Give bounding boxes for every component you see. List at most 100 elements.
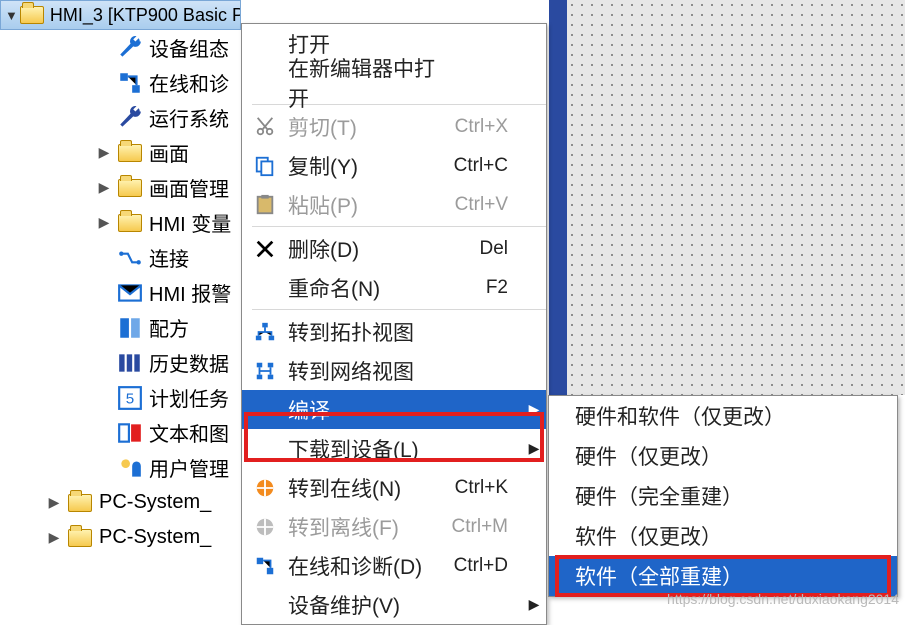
menu-shortcut: Del [438, 238, 522, 260]
menu-item-4[interactable]: 复制(Y)Ctrl+C [242, 146, 546, 185]
submenu-item-2[interactable]: 硬件（完全重建） [549, 476, 897, 516]
menu-item-10[interactable]: 转到拓扑视图 [242, 312, 546, 351]
menu-shortcut: Ctrl+C [438, 155, 522, 177]
submenu-item-label: 硬件和软件（仅更改） [575, 401, 785, 431]
menu-item-label: 转到离线(F) [288, 512, 438, 542]
watermark-text: https://blog.csdn.net/duxiaokang2014 [667, 591, 899, 607]
expand-icon[interactable]: ▶ [95, 144, 113, 161]
menu-item-label: 删除(D) [288, 234, 438, 264]
tree-item-6[interactable]: 连接 [0, 240, 241, 275]
text-icon [117, 420, 143, 446]
menu-shortcut: Ctrl+M [438, 516, 522, 538]
submenu-item-label: 硬件（完全重建） [575, 481, 743, 511]
copy-icon [242, 155, 288, 177]
sched-icon: 5 [117, 385, 143, 411]
tree-item-5[interactable]: ▶HMI 变量 [0, 205, 241, 240]
menu-shortcut: Ctrl+V [438, 194, 522, 216]
submenu-item-3[interactable]: 软件（仅更改） [549, 516, 897, 556]
tree-item-label: 历史数据 [149, 348, 241, 377]
diag-icon [117, 70, 143, 96]
submenu-arrow-icon: ▶ [522, 440, 546, 457]
tree-item-12[interactable]: 用户管理 [0, 450, 241, 485]
menu-item-label: 转到在线(N) [288, 473, 438, 503]
tree-item-1[interactable]: 在线和诊 [0, 65, 241, 100]
menu-item-label: 转到拓扑视图 [288, 317, 438, 347]
editor-canvas[interactable] [549, 0, 905, 395]
tree-subfolder-0[interactable]: ▶ PC-System_ [0, 485, 241, 520]
submenu-item-label: 硬件（仅更改） [575, 441, 722, 471]
submenu-item-label: 软件（仅更改） [575, 521, 722, 551]
submenu-item-0[interactable]: 硬件和软件（仅更改） [549, 396, 897, 436]
tree-item-label: PC-System_ [99, 491, 241, 514]
menu-item-label: 粘贴(P) [288, 190, 438, 220]
tree-item-4[interactable]: ▶ 画面管理 [0, 170, 241, 205]
tree-root-hmi[interactable]: ▼ HMI_3 [KTP900 Basic PN] [0, 0, 241, 30]
folder-icon [67, 490, 93, 516]
tree-subfolder-1[interactable]: ▶PC-System_ [0, 520, 241, 555]
online-icon [242, 477, 288, 499]
menu-item-label: 重命名(N) [288, 273, 438, 303]
tree-item-label: 配方 [149, 313, 241, 342]
tree-item-label: 用户管理 [149, 453, 241, 482]
menu-item-label: 在新编辑器中打开 [288, 53, 438, 113]
tree-item-label: 画面管理 [149, 173, 241, 202]
topo-icon [242, 321, 288, 343]
tree-item-2[interactable]: 运行系统 [0, 100, 241, 135]
submenu-item-4[interactable]: 软件（全部重建） [549, 556, 897, 596]
context-menu: 打开在新编辑器中打开剪切(T)Ctrl+X复制(Y)Ctrl+C粘贴(P)Ctr… [241, 23, 547, 625]
folder-tag-icon [117, 210, 143, 236]
conn-icon [117, 245, 143, 271]
expand-icon[interactable]: ▶ [95, 179, 113, 196]
offline-icon [242, 516, 288, 538]
folder-icon [117, 140, 143, 166]
submenu-item-1[interactable]: 硬件（仅更改） [549, 436, 897, 476]
menu-shortcut: Ctrl+K [438, 477, 522, 499]
tree-item-10[interactable]: 5计划任务 [0, 380, 241, 415]
tree-item-label: 连接 [149, 243, 241, 272]
collapse-icon[interactable]: ▼ [5, 8, 18, 23]
submenu-arrow-icon: ▶ [522, 596, 546, 613]
menu-shortcut: Ctrl+X [438, 116, 522, 138]
menu-item-5: 粘贴(P)Ctrl+V [242, 185, 546, 224]
menu-item-12[interactable]: 编译▶ [242, 390, 546, 429]
compile-submenu: 硬件和软件（仅更改） 硬件（仅更改） 硬件（完全重建） 软件（仅更改） 软件（全部重建） [548, 395, 898, 597]
menu-item-13[interactable]: 下载到设备(L) ▶ [242, 429, 546, 468]
menu-item-label: 下载到设备(L) [288, 434, 438, 464]
menu-item-15: 转到离线(F)Ctrl+M [242, 507, 546, 546]
tree-item-3[interactable]: ▶画面 [0, 135, 241, 170]
tree-root-label: HMI_3 [KTP900 Basic PN] [50, 5, 241, 26]
svg-text:5: 5 [126, 390, 134, 407]
tree-item-label: 设备组态 [149, 33, 241, 62]
menu-separator [252, 309, 546, 310]
delete-icon [242, 238, 288, 260]
menu-item-7[interactable]: 删除(D)Del [242, 229, 546, 268]
menu-item-label: 在线和诊断(D) [288, 551, 438, 581]
menu-item-label: 剪切(T) [288, 112, 438, 142]
recipe-icon [117, 315, 143, 341]
menu-item-3: 剪切(T)Ctrl+X [242, 107, 546, 146]
expand-icon[interactable]: ▶ [95, 214, 113, 231]
net-icon [242, 360, 288, 382]
menu-item-14[interactable]: 转到在线(N)Ctrl+K [242, 468, 546, 507]
menu-item-label: 编译 [288, 395, 438, 425]
expand-icon[interactable]: ▶ [45, 494, 63, 511]
tree-item-7[interactable]: HMI 报警 [0, 275, 241, 310]
menu-item-17[interactable]: 设备维护(V)▶ [242, 585, 546, 624]
tree-item-label: 文本和图 [149, 418, 241, 447]
menu-item-1[interactable]: 在新编辑器中打开 [242, 63, 546, 102]
mail-icon [117, 280, 143, 306]
folder-gear-icon [117, 175, 143, 201]
tree-item-0[interactable]: 设备组态 [0, 30, 241, 65]
menu-item-label: 复制(Y) [288, 151, 438, 181]
diag2-icon [242, 555, 288, 577]
tree-item-11[interactable]: 文本和图 [0, 415, 241, 450]
tree-item-9[interactable]: 历史数据 [0, 345, 241, 380]
expand-icon[interactable]: ▶ [45, 529, 63, 546]
tree-item-label: 在线和诊 [149, 68, 241, 97]
user-icon [117, 455, 143, 481]
menu-item-8[interactable]: 重命名(N)F2 [242, 268, 546, 307]
menu-item-16[interactable]: 在线和诊断(D)Ctrl+D [242, 546, 546, 585]
menu-item-11[interactable]: 转到网络视图 [242, 351, 546, 390]
tree-item-8[interactable]: 配方 [0, 310, 241, 345]
project-tree: ▼ HMI_3 [KTP900 Basic PN] 设备组态在线和诊运行系统▶画… [0, 0, 241, 609]
